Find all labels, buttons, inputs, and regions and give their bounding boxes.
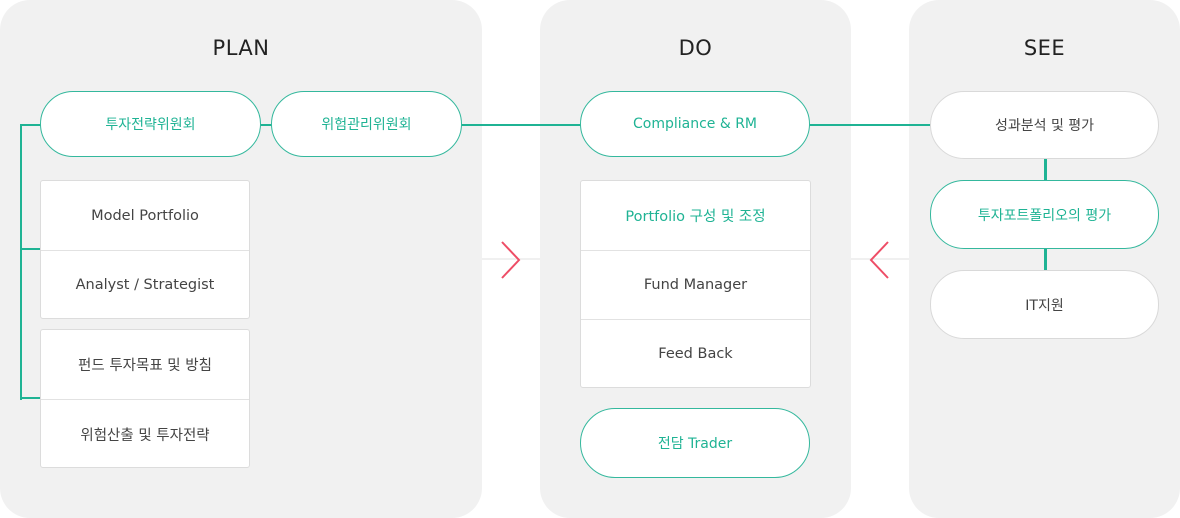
chevron-left-icon	[869, 241, 889, 279]
connector-see-left	[909, 124, 931, 126]
risk-management-committee[interactable]: 위험관리위원회	[271, 91, 462, 157]
compliance-rm-pill[interactable]: Compliance & RM	[580, 91, 810, 157]
portfolio-construction-item[interactable]: Portfolio 구성 및 조정	[581, 181, 810, 250]
chevron-right-icon	[501, 241, 521, 279]
feedback-item[interactable]: Feed Back	[581, 319, 810, 388]
performance-analysis-pill[interactable]: 성과분석 및 평가	[930, 91, 1159, 159]
fund-manager-item[interactable]: Fund Manager	[581, 250, 810, 319]
connector-see-2-3	[1044, 248, 1047, 271]
connector-gap-do-see	[851, 124, 909, 126]
see-panel: SEE 성과분석 및 평가 투자포트폴리오의 평가 IT지원	[909, 0, 1180, 518]
plan-title: PLAN	[212, 36, 270, 60]
portfolio-evaluation-pill[interactable]: 투자포트폴리오의 평가	[930, 180, 1159, 249]
it-support-pill[interactable]: IT지원	[930, 270, 1159, 339]
connector-plan-to-do	[461, 124, 482, 126]
do-panel: DO Compliance & RM Portfolio 구성 및 조정 Fun…	[540, 0, 851, 518]
fund-objectives-item[interactable]: 펀드 투자목표 및 방침	[41, 330, 249, 399]
plan-group-1: Model Portfolio Analyst / Strategist	[40, 180, 250, 319]
risk-calculation-item[interactable]: 위험산출 및 투자전략	[41, 399, 249, 468]
connector-see-1-2	[1044, 158, 1047, 181]
connector-plan-to-group2	[20, 397, 41, 399]
model-portfolio-item[interactable]: Model Portfolio	[41, 181, 249, 250]
do-title: DO	[678, 36, 713, 60]
do-group: Portfolio 구성 및 조정 Fund Manager Feed Back	[580, 180, 811, 388]
plan-panel: PLAN 투자전략위원회 위험관리위원회 Model Portfolio Ana…	[0, 0, 482, 518]
connector-do-right	[809, 124, 851, 126]
connector-do-left	[540, 124, 581, 126]
analyst-strategist-item[interactable]: Analyst / Strategist	[41, 250, 249, 319]
connector-gap-plan-do	[482, 124, 540, 126]
connector-plan-vertical	[20, 124, 22, 400]
connector-plan-to-group1	[20, 248, 41, 250]
connector-plan-to-committee	[20, 124, 41, 126]
see-title: SEE	[1023, 36, 1066, 60]
investment-strategy-committee[interactable]: 투자전략위원회	[40, 91, 261, 157]
plan-group-2: 펀드 투자목표 및 방침 위험산출 및 투자전략	[40, 329, 250, 468]
dedicated-trader-pill[interactable]: 전담 Trader	[580, 408, 810, 478]
